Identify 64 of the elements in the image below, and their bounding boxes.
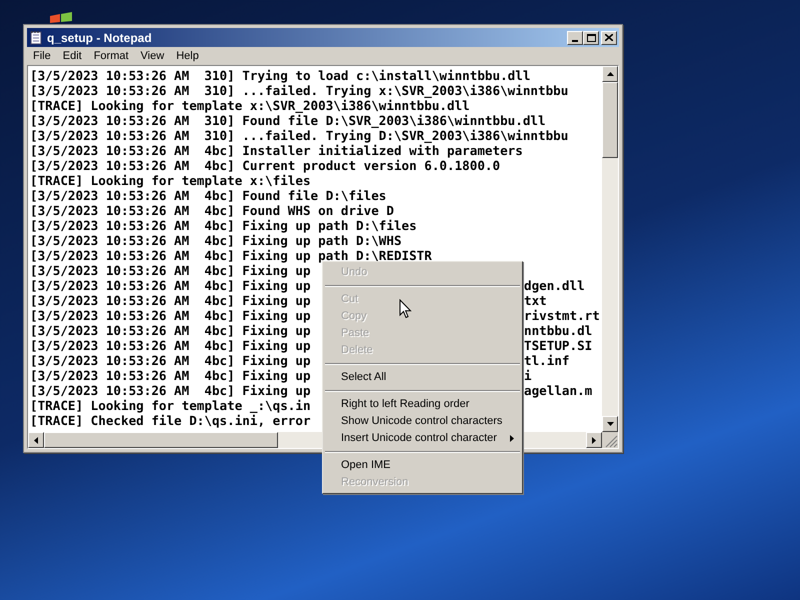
close-icon: [605, 34, 613, 41]
log-line: [3/5/2023 10:53:26 AM 4bc] Fixing up: [30, 308, 311, 323]
log-line: [3/5/2023 10:53:26 AM 4bc] Fixing up path D:\REDISTR: [30, 248, 432, 263]
down-arrow-icon: [606, 422, 614, 426]
scroll-thumb[interactable]: [44, 432, 278, 448]
log-line: [3/5/2023 10:53:26 AM 4bc] Fixing up: [30, 293, 311, 308]
log-line: [3/5/2023 10:53:26 AM 4bc] Fixing up: [30, 338, 311, 353]
log-line: [3/5/2023 10:53:26 AM 4bc] Found file D:\files: [30, 188, 386, 203]
submenu-arrow-icon: [510, 435, 514, 442]
log-line-fragment: dgen.dll: [524, 278, 585, 293]
scroll-right-button[interactable]: [586, 432, 602, 448]
scroll-down-button[interactable]: [602, 416, 618, 432]
minimize-button[interactable]: [567, 30, 583, 44]
log-line: [3/5/2023 10:53:26 AM 310] Found file D:\SVR_2003\i386\winntbbu.dll: [30, 113, 546, 128]
minimize-icon: [572, 40, 578, 42]
log-line-fragment: txt: [524, 293, 547, 308]
context-menu-item[interactable]: Select All: [323, 369, 522, 386]
log-line: [3/5/2023 10:53:26 AM 4bc] Found WHS on drive D: [30, 203, 394, 218]
log-line: [3/5/2023 10:53:26 AM 4bc] Fixing up: [30, 263, 311, 278]
log-line-fragment: TSETUP.SI: [524, 338, 592, 353]
scroll-thumb[interactable]: [602, 82, 618, 158]
log-line: [3/5/2023 10:53:26 AM 4bc] Installer initialized with parameters: [30, 143, 523, 158]
log-line: [3/5/2023 10:53:26 AM 4bc] Fixing up: [30, 323, 311, 338]
menu-item[interactable]: Help: [170, 48, 205, 64]
menu-item[interactable]: Edit: [56, 48, 88, 64]
log-line-fragment: agellan.m: [524, 383, 592, 398]
vertical-scrollbar[interactable]: [602, 66, 618, 432]
log-line-fragment: nntbbu.dl: [524, 323, 592, 338]
log-line: [3/5/2023 10:53:26 AM 310] Trying to load c:\install\winntbbu.dll: [30, 68, 530, 83]
log-line: [3/5/2023 10:53:26 AM 4bc] Current product version 6.0.1800.0: [30, 158, 500, 173]
log-line: [3/5/2023 10:53:26 AM 4bc] Fixing up: [30, 383, 311, 398]
close-button[interactable]: [601, 30, 617, 44]
scroll-left-button[interactable]: [28, 432, 44, 448]
log-line: [3/5/2023 10:53:26 AM 4bc] Fixing up path D:\files: [30, 218, 417, 233]
left-arrow-icon: [34, 436, 38, 444]
menu-item[interactable]: View: [134, 48, 170, 64]
log-line: [TRACE] Looking for template x:\files: [30, 173, 311, 188]
maximize-icon: [586, 34, 596, 42]
log-line: [3/5/2023 10:53:26 AM 4bc] Fixing up: [30, 278, 311, 293]
log-line: [3/5/2023 10:53:26 AM 4bc] Fixing up: [30, 368, 311, 383]
context-menu-item[interactable]: Insert Unicode control character: [323, 430, 522, 447]
log-line: [TRACE] Looking for template x:\SVR_2003\i386\winntbbu.dll: [30, 98, 470, 113]
log-line: [3/5/2023 10:53:26 AM 4bc] Fixing up: [30, 353, 311, 368]
notepad-icon: [29, 30, 43, 45]
mouse-pointer-icon: [399, 299, 412, 319]
context-menu-item[interactable]: Open IME: [323, 457, 522, 474]
log-line-fragment: tl.inf: [524, 353, 570, 368]
log-line: [3/5/2023 10:53:26 AM 4bc] Fixing up path D:\WHS: [30, 233, 402, 248]
menu-item[interactable]: File: [27, 48, 57, 64]
log-line: [TRACE] Checked file D:\qs.ini, error: [30, 413, 311, 428]
log-line: [TRACE] Looking for template _:\qs.in: [30, 398, 311, 413]
up-arrow-icon: [606, 72, 614, 76]
context-menu-item[interactable]: Show Unicode control characters: [323, 413, 522, 430]
log-line-fragment: rivstmt.rt: [524, 308, 600, 323]
log-line: [3/5/2023 10:53:26 AM 310] ...failed. Trying x:\SVR_2003\i386\winntbbu: [30, 83, 568, 98]
right-arrow-icon: [592, 436, 596, 444]
context-menu-item[interactable]: Right to left Reading order: [323, 396, 522, 413]
maximize-button[interactable]: [583, 30, 599, 44]
window-title: q_setup - Notepad: [47, 30, 153, 46]
windows-logo-icon: [50, 12, 72, 23]
menu-item[interactable]: Format: [88, 48, 135, 64]
scroll-up-button[interactable]: [602, 66, 618, 82]
log-line-fragment: i: [524, 368, 532, 383]
log-line: [3/5/2023 10:53:26 AM 310] ...failed. Trying D:\SVR_2003\i386\winntbbu: [30, 128, 568, 143]
